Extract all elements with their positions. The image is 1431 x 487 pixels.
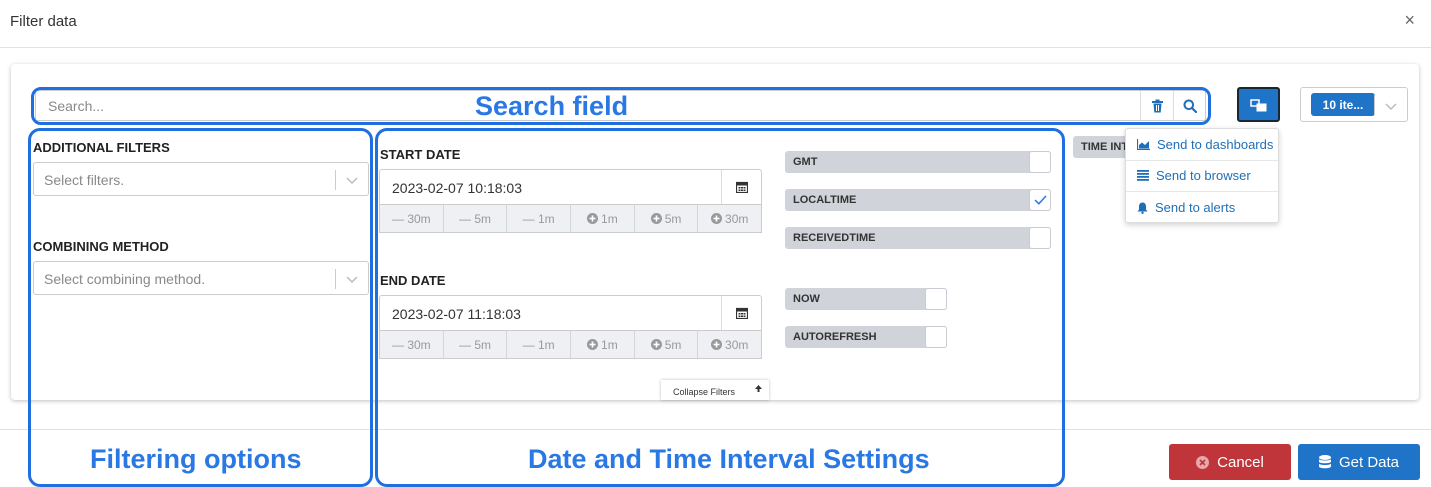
cancel-label: Cancel xyxy=(1217,453,1264,471)
dialog-title: Filter data xyxy=(10,13,77,30)
dialog-header: Filter data × xyxy=(0,0,1431,48)
send-to-dashboards-item[interactable]: Send to dashboards xyxy=(1126,129,1280,160)
cancel-button[interactable]: Cancel xyxy=(1169,444,1291,480)
get-data-label: Get Data xyxy=(1338,453,1400,471)
list-icon xyxy=(1137,170,1149,181)
send-to-alerts-label: Send to alerts xyxy=(1155,200,1236,215)
filtering-options-highlight xyxy=(28,128,373,487)
items-count-select[interactable]: 10 ite... xyxy=(1300,87,1408,122)
send-menu-dropdown: Send to dashboards Send to browser Send … xyxy=(1125,128,1280,223)
send-to-dashboards-label: Send to dashboards xyxy=(1157,137,1274,152)
chart-area-icon xyxy=(1137,139,1150,150)
times-circle-icon xyxy=(1196,455,1210,469)
bell-icon xyxy=(1137,202,1148,214)
share-icon xyxy=(1249,98,1266,111)
search-field-annotation: Search field xyxy=(475,91,629,121)
chevron-down-icon xyxy=(1385,98,1397,116)
get-data-button[interactable]: Get Data xyxy=(1298,444,1420,480)
date-time-highlight xyxy=(375,128,1065,487)
date-time-annotation: Date and Time Interval Settings xyxy=(528,444,930,474)
filtering-options-annotation: Filtering options xyxy=(90,444,302,474)
time-interval-toggle[interactable]: TIME INT xyxy=(1073,136,1133,158)
send-to-alerts-item[interactable]: Send to alerts xyxy=(1126,192,1280,223)
select-divider xyxy=(1374,95,1375,115)
send-to-browser-label: Send to browser xyxy=(1156,168,1251,183)
send-menu-button[interactable] xyxy=(1237,87,1280,122)
time-interval-label: TIME INT xyxy=(1081,141,1129,153)
database-icon xyxy=(1318,455,1331,469)
send-to-browser-item[interactable]: Send to browser xyxy=(1126,160,1280,191)
close-icon[interactable]: × xyxy=(1404,10,1415,31)
items-count-badge: 10 ite... xyxy=(1311,93,1375,116)
